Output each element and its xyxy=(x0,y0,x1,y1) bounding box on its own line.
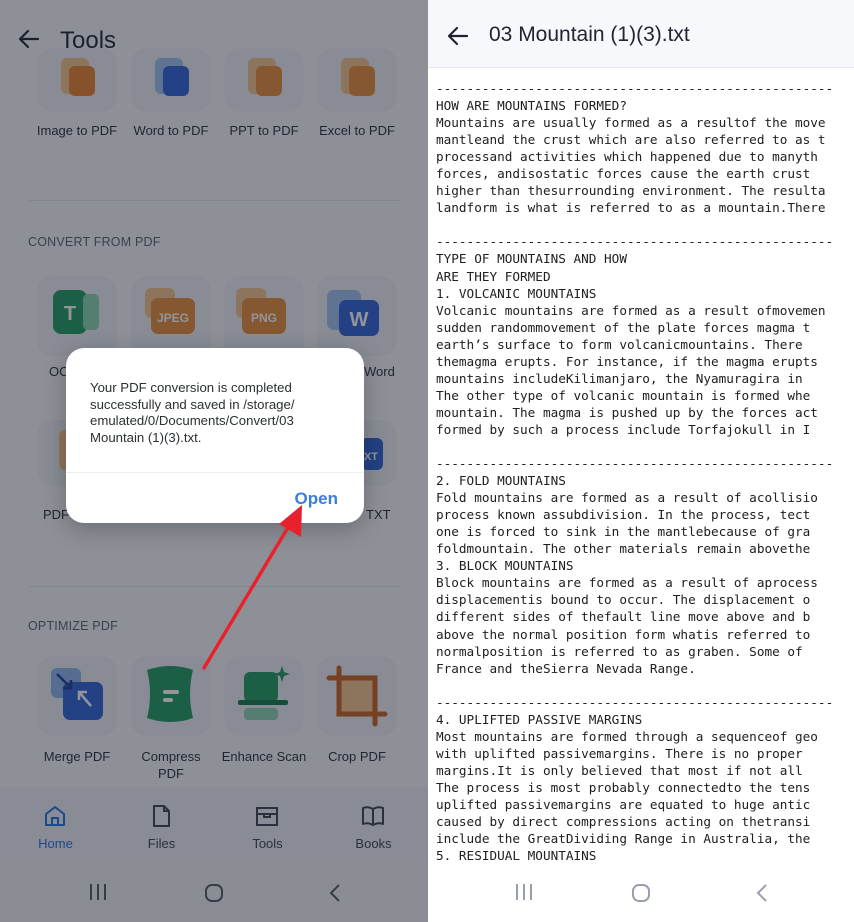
document-line: include the GreatDividing Range in Austr… xyxy=(436,831,811,847)
document-line: with uplifted passivemargins. There is n… xyxy=(436,745,803,761)
viewer-header: 03 Mountain (1)(3).txt xyxy=(428,0,854,68)
document-line: Volcanic mountains are formed as a resul… xyxy=(436,302,826,318)
document-line: ----------------------------------------… xyxy=(436,694,834,710)
document-line: landform is what is referred to as a mou… xyxy=(436,200,826,216)
document-line: Most mountains are formed through a sequ… xyxy=(436,728,818,744)
document-line: TYPE OF MOUNTAINS AND HOW xyxy=(436,251,627,267)
document-line: earth’s surface to form volcanicmountain… xyxy=(436,336,803,352)
home-button-icon[interactable] xyxy=(631,883,651,903)
document-line: 1. VOLCANIC MOUNTAINS xyxy=(436,285,597,301)
annotation-arrow-head xyxy=(279,505,302,537)
document-line: 2. FOLD MOUNTAINS xyxy=(436,473,566,489)
document-line: mountains includeKilimanjaro, the Nyamur… xyxy=(436,370,803,386)
document-line: formed by such a process include Torfajo… xyxy=(436,421,811,437)
annotation-arrow-shaft xyxy=(202,522,292,670)
document-line: mountain. The magma is pushed up by the … xyxy=(436,404,818,420)
document-line: uplifted passivemargins are equated to h… xyxy=(436,796,811,812)
back-button-icon[interactable] xyxy=(755,883,769,903)
document-line: processand activities which happened due… xyxy=(436,149,818,165)
document-line: caused by direct compressions acting on … xyxy=(436,814,811,830)
document-line: ARE THEY FORMED xyxy=(436,268,551,284)
document-line: mantleand the crust which are also refer… xyxy=(436,132,826,148)
document-line: normalposition is referred to as graben.… xyxy=(436,643,803,659)
document-line: process known assubdivision. In the proc… xyxy=(436,507,811,523)
document-line: one is forced to sink in the mantlebecau… xyxy=(436,524,811,540)
document-line: 3. BLOCK MOUNTAINS xyxy=(436,558,574,574)
document-line: different sides of thefault line move ab… xyxy=(436,609,811,625)
document-line: ----------------------------------------… xyxy=(436,234,834,250)
document-line: Mountains are usually formed as a result… xyxy=(436,115,826,131)
document-line: Block mountains are formed as a result o… xyxy=(436,575,818,591)
system-nav-bar xyxy=(428,861,854,922)
document-line: 4. UPLIFTED PASSIVE MARGINS xyxy=(436,711,643,727)
document-line: sudden randommovement of the plate force… xyxy=(436,319,811,335)
document-line: forces, andisostatic forces cause the ea… xyxy=(436,166,811,182)
split-screen: Tools Image to PDF Word to PDF PPT to PD… xyxy=(0,0,854,922)
document-content[interactable]: ----------------------------------------… xyxy=(436,80,854,865)
recent-apps-icon[interactable] xyxy=(514,883,534,901)
document-line: Fold mountains are formed as a result of… xyxy=(436,490,818,506)
document-line: France and theSierra Nevada Range. xyxy=(436,660,696,676)
tools-screen: Tools Image to PDF Word to PDF PPT to PD… xyxy=(0,0,428,922)
back-arrow-icon[interactable] xyxy=(446,24,470,48)
text-viewer-screen: 03 Mountain (1)(3).txt -----------------… xyxy=(428,0,854,922)
document-line: foldmountain. The other materials remain… xyxy=(436,541,811,557)
document-line: ----------------------------------------… xyxy=(436,456,834,472)
document-line: The other type of volcanic mountain is f… xyxy=(436,387,811,403)
document-line: margins.It is only believed that most if… xyxy=(436,762,803,778)
document-line: The process is most probably connectedto… xyxy=(436,779,811,795)
document-title: 03 Mountain (1)(3).txt xyxy=(489,23,690,46)
document-line: above the normal position form whatis re… xyxy=(436,626,811,642)
document-line: displacementis bound to occur. The displ… xyxy=(436,592,811,608)
annotation-arrow xyxy=(202,505,302,670)
document-line: higher than thesurrounding environment. … xyxy=(436,183,826,199)
document-line: themagma erupts. For instance, if the ma… xyxy=(436,353,818,369)
document-line: ----------------------------------------… xyxy=(436,81,834,96)
document-line: HOW ARE MOUNTAINS FORMED? xyxy=(436,98,627,114)
